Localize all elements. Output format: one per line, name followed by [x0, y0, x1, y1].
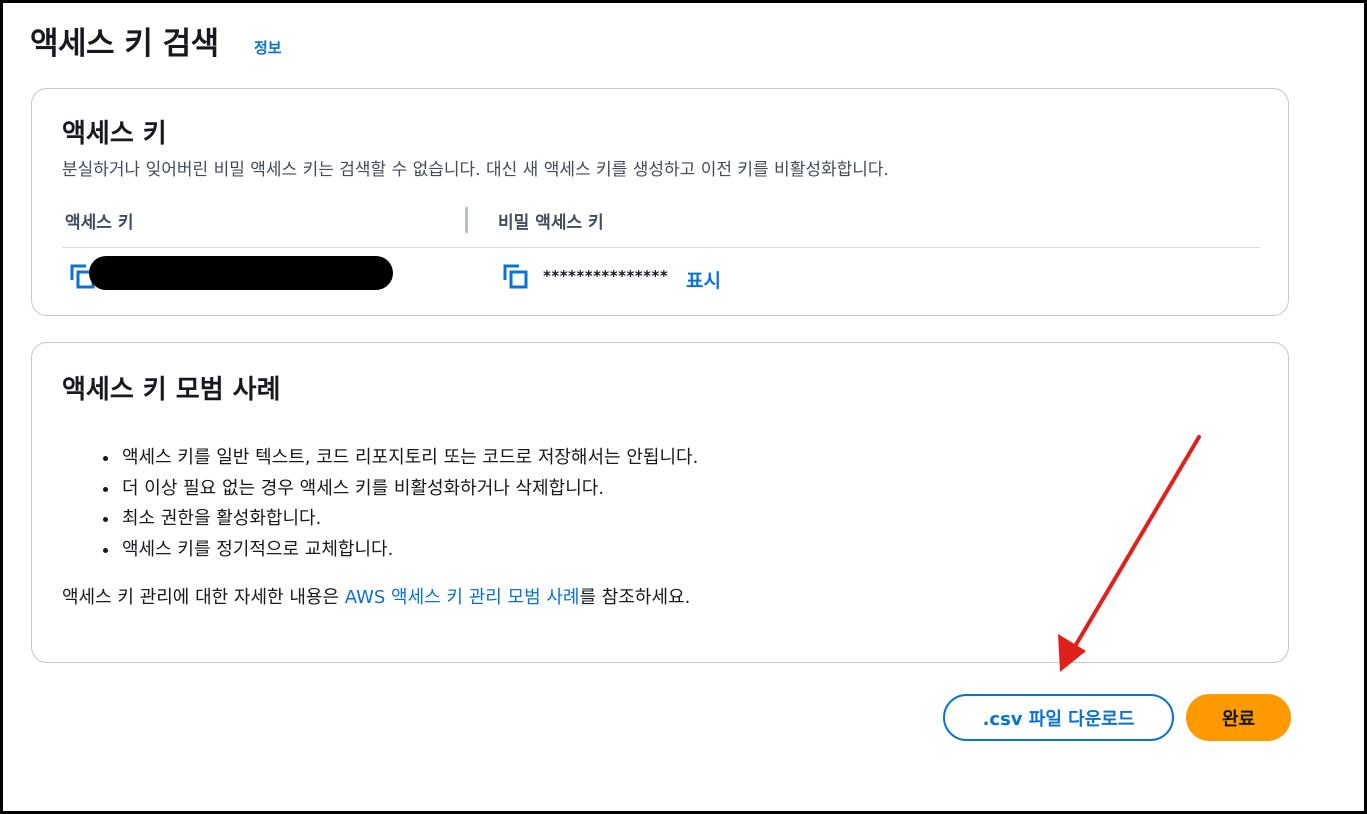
- download-csv-button[interactable]: .csv 파일 다운로드: [943, 694, 1174, 741]
- info-link[interactable]: 정보: [254, 37, 282, 58]
- row-divider: [62, 247, 1260, 248]
- list-item: 더 이상 필요 없는 경우 액세스 키를 비활성화하거나 삭제합니다.: [120, 474, 698, 505]
- done-button[interactable]: 완료: [1186, 694, 1291, 741]
- list-item: 최소 권한을 활성화합니다.: [120, 504, 698, 535]
- best-practices-list: 액세스 키를 일반 텍스트, 코드 리포지토리 또는 코드로 저장해서는 안됩니…: [90, 443, 698, 565]
- access-key-card: 액세스 키 분실하거나 잊어버린 비밀 액세스 키는 검색할 수 없습니다. 대…: [31, 88, 1289, 316]
- list-item: 액세스 키를 일반 텍스트, 코드 리포지토리 또는 코드로 저장해서는 안됩니…: [120, 443, 698, 474]
- access-key-card-title: 액세스 키: [62, 119, 167, 149]
- access-key-value-redacted: [89, 256, 393, 290]
- reference-suffix: 를 참조하세요.: [579, 587, 691, 608]
- best-practices-title: 액세스 키 모범 사례: [62, 375, 281, 405]
- best-practices-card: 액세스 키 모범 사례 액세스 키를 일반 텍스트, 코드 리포지토리 또는 코…: [31, 342, 1289, 663]
- show-secret-key-link[interactable]: 표시: [686, 266, 721, 293]
- secret-key-masked: ***************: [543, 267, 669, 285]
- access-key-description: 분실하거나 잊어버린 비밀 액세스 키는 검색할 수 없습니다. 대신 새 액세…: [62, 160, 889, 180]
- column-header-secret-key: 비밀 액세스 키: [498, 213, 604, 233]
- reference-prefix: 액세스 키 관리에 대한 자세한 내용은: [62, 587, 345, 608]
- list-item: 액세스 키를 정기적으로 교체합니다.: [120, 535, 698, 566]
- copy-icon[interactable]: [503, 264, 529, 290]
- page-title: 액세스 키 검색: [30, 26, 219, 62]
- reference-text: 액세스 키 관리에 대한 자세한 내용은 AWS 액세스 키 관리 모범 사례를…: [62, 583, 690, 609]
- column-header-access-key: 액세스 키: [65, 213, 134, 233]
- column-divider: [465, 207, 468, 233]
- best-practices-link[interactable]: AWS 액세스 키 관리 모범 사례: [345, 587, 580, 608]
